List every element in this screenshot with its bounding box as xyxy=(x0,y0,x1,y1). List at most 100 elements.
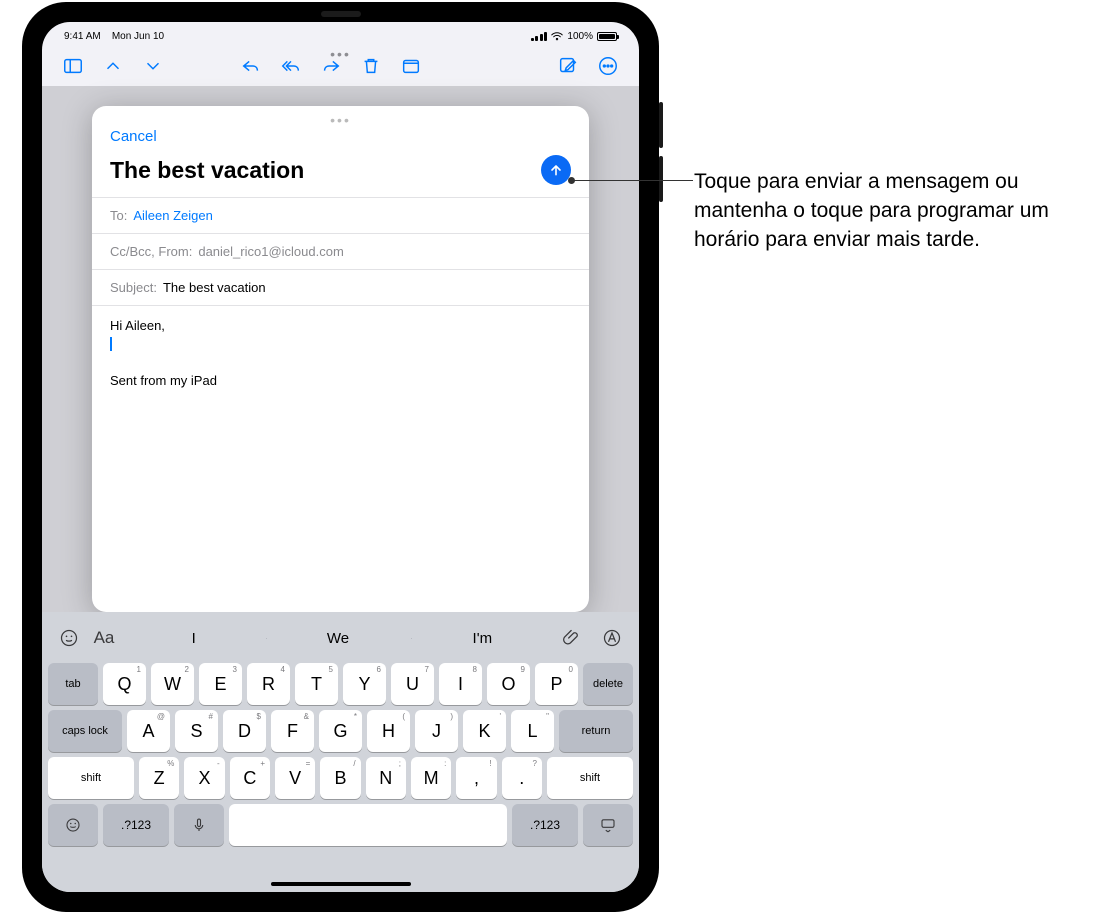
key-period[interactable]: ?. xyxy=(502,757,542,799)
archive-icon[interactable] xyxy=(400,55,422,77)
tab-key[interactable]: tab xyxy=(48,663,98,705)
key-s[interactable]: #S xyxy=(175,710,218,752)
key-row-2: caps lock @A #S $D &F *G (H )J 'K "L ret… xyxy=(48,710,633,752)
key-d[interactable]: $D xyxy=(223,710,266,752)
sticker-icon[interactable] xyxy=(52,628,86,648)
subject-field[interactable]: Subject: The best vacation xyxy=(92,269,589,305)
subject-value: The best vacation xyxy=(163,280,266,295)
key-v[interactable]: =V xyxy=(275,757,315,799)
key-h[interactable]: (H xyxy=(367,710,410,752)
key-p[interactable]: 0P xyxy=(535,663,578,705)
status-right: 100% xyxy=(531,31,617,42)
chevron-down-icon[interactable] xyxy=(142,55,164,77)
text-cursor xyxy=(110,337,112,351)
delete-key[interactable]: delete xyxy=(583,663,633,705)
status-date: Mon Jun 10 xyxy=(112,31,164,42)
key-g[interactable]: *G xyxy=(319,710,362,752)
status-time: 9:41 AM xyxy=(64,31,101,42)
reply-all-icon[interactable] xyxy=(280,55,302,77)
key-q[interactable]: 1Q xyxy=(103,663,146,705)
numsym-key-left[interactable]: .?123 xyxy=(103,804,169,846)
key-x[interactable]: -X xyxy=(184,757,224,799)
subject-label: Subject: xyxy=(110,280,157,295)
key-row-1: tab 1Q 2W 3E 4R 5T 6Y 7U 8I 9O 0P delete xyxy=(48,663,633,705)
key-u[interactable]: 7U xyxy=(391,663,434,705)
callout-text: Toque para enviar a mensagem ou mantenha… xyxy=(694,168,1109,255)
sheet-handle-icon[interactable]: ••• xyxy=(92,106,589,124)
key-l[interactable]: "L xyxy=(511,710,554,752)
space-key[interactable] xyxy=(229,804,507,846)
battery-percent: 100% xyxy=(567,31,593,42)
key-w[interactable]: 2W xyxy=(151,663,194,705)
key-i[interactable]: 8I xyxy=(439,663,482,705)
key-c[interactable]: +C xyxy=(230,757,270,799)
battery-icon xyxy=(597,32,617,41)
more-icon[interactable] xyxy=(597,55,619,77)
suggestion-3[interactable]: I'm xyxy=(411,630,554,647)
emoji-key[interactable] xyxy=(48,804,98,846)
suggestion-bar: Aa I We I'm xyxy=(48,618,633,658)
mail-toolbar xyxy=(42,46,639,86)
suggestion-1[interactable]: I xyxy=(122,630,265,647)
key-r[interactable]: 4R xyxy=(247,663,290,705)
cancel-button[interactable]: Cancel xyxy=(110,128,157,145)
to-value[interactable]: Aileen Zeigen xyxy=(133,208,213,223)
capslock-key[interactable]: caps lock xyxy=(48,710,122,752)
key-row-4: .?123 .?123 xyxy=(48,804,633,846)
key-n[interactable]: ;N xyxy=(366,757,406,799)
shift-key-left[interactable]: shift xyxy=(48,757,134,799)
numsym-key-right[interactable]: .?123 xyxy=(512,804,578,846)
key-j[interactable]: )J xyxy=(415,710,458,752)
screen: 9:41 AM Mon Jun 10 100% ••• xyxy=(42,22,639,892)
key-k[interactable]: 'K xyxy=(463,710,506,752)
callout-leader-line xyxy=(571,180,693,181)
dictation-key[interactable] xyxy=(174,804,224,846)
sidebar-icon[interactable] xyxy=(62,55,84,77)
ccbcc-value: daniel_rico1@icloud.com xyxy=(198,244,343,259)
key-z[interactable]: %Z xyxy=(139,757,179,799)
reply-icon[interactable] xyxy=(240,55,262,77)
status-bar: 9:41 AM Mon Jun 10 100% xyxy=(42,22,639,46)
key-e[interactable]: 3E xyxy=(199,663,242,705)
key-a[interactable]: @A xyxy=(127,710,170,752)
key-row-3: shift %Z -X +C =V /B ;N :M !, ?. shift xyxy=(48,757,633,799)
chevron-up-icon[interactable] xyxy=(102,55,124,77)
ccbcc-label: Cc/Bcc, From: xyxy=(110,244,192,259)
key-comma[interactable]: !, xyxy=(456,757,496,799)
status-left: 9:41 AM Mon Jun 10 xyxy=(64,31,164,42)
key-y[interactable]: 6Y xyxy=(343,663,386,705)
attachment-icon[interactable] xyxy=(555,628,589,648)
suggestion-2[interactable]: We xyxy=(266,630,409,647)
return-key[interactable]: return xyxy=(559,710,633,752)
volume-up-button xyxy=(659,102,663,148)
markup-icon[interactable] xyxy=(595,628,629,648)
compose-sheet: ••• Cancel The best vacation To: Aileen … xyxy=(92,106,589,612)
body-greeting: Hi Aileen, xyxy=(110,318,571,333)
keyboard: Aa I We I'm tab 1Q 2W 3E 4R xyxy=(42,612,639,892)
key-t[interactable]: 5T xyxy=(295,663,338,705)
format-button[interactable]: Aa xyxy=(87,628,121,648)
compose-title: The best vacation xyxy=(110,157,531,184)
volume-down-button xyxy=(659,156,663,202)
cellular-icon xyxy=(531,32,548,41)
shift-key-right[interactable]: shift xyxy=(547,757,633,799)
camera-notch xyxy=(321,11,361,17)
key-f[interactable]: &F xyxy=(271,710,314,752)
send-button[interactable] xyxy=(541,155,571,185)
key-b[interactable]: /B xyxy=(320,757,360,799)
home-indicator[interactable] xyxy=(271,882,411,886)
trash-icon[interactable] xyxy=(360,55,382,77)
ccbcc-field[interactable]: Cc/Bcc, From: daniel_rico1@icloud.com xyxy=(92,233,589,269)
arrow-up-icon xyxy=(548,162,564,178)
ipad-frame: 9:41 AM Mon Jun 10 100% ••• xyxy=(22,2,659,912)
compose-icon[interactable] xyxy=(557,55,579,77)
to-label: To: xyxy=(110,208,127,223)
body-textarea[interactable]: Hi Aileen, Sent from my iPad xyxy=(92,305,589,612)
key-o[interactable]: 9O xyxy=(487,663,530,705)
hide-keyboard-key[interactable] xyxy=(583,804,633,846)
key-m[interactable]: :M xyxy=(411,757,451,799)
wifi-icon xyxy=(551,32,563,41)
forward-icon[interactable] xyxy=(320,55,342,77)
body-signature: Sent from my iPad xyxy=(110,373,571,388)
to-field[interactable]: To: Aileen Zeigen xyxy=(92,197,589,233)
